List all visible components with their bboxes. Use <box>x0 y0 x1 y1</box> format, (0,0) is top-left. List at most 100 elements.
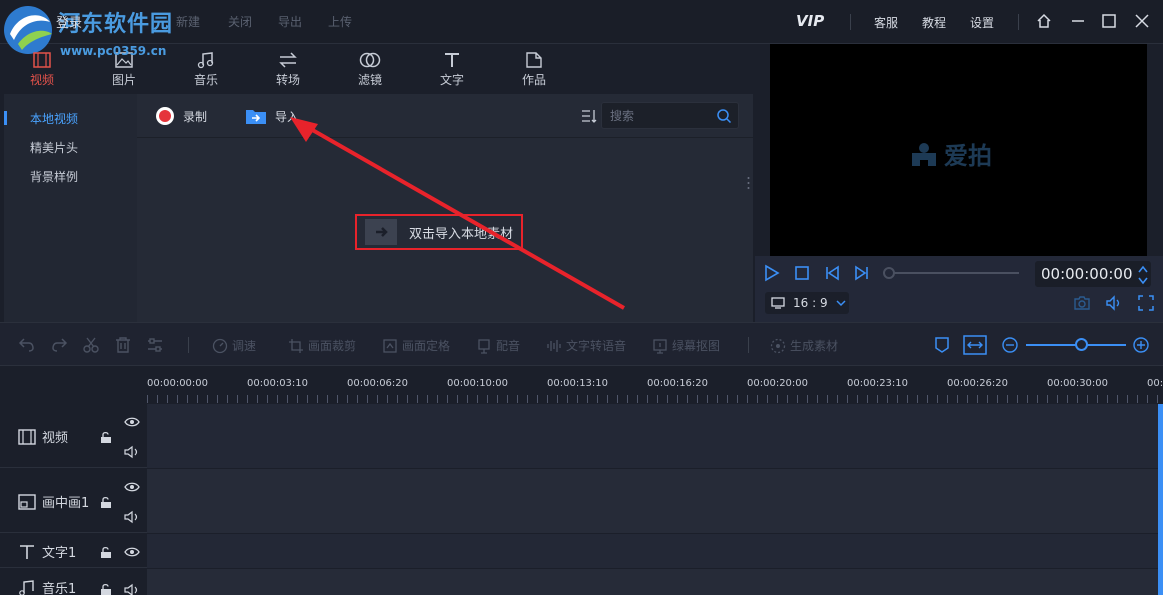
timecode-display[interactable]: 00:00:00:00 <box>1035 261 1151 287</box>
home-icon[interactable] <box>1035 12 1053 30</box>
menu-close[interactable]: 关闭 <box>228 13 252 30</box>
record-button[interactable]: 录制 <box>155 106 207 126</box>
volume-icon[interactable] <box>1105 294 1123 312</box>
marker-icon[interactable] <box>934 336 950 354</box>
tick-label: 00:00:00:00 <box>147 378 209 389</box>
generate-material-button[interactable]: 生成素材 <box>770 337 838 354</box>
sort-icon[interactable] <box>581 108 597 124</box>
speaker-icon[interactable] <box>124 445 140 459</box>
next-frame-icon[interactable] <box>853 264 871 282</box>
redo-icon[interactable] <box>50 336 68 354</box>
panel-resize-grip-icon[interactable] <box>747 176 750 190</box>
zoom-in-icon[interactable] <box>1133 337 1149 353</box>
dub-button[interactable]: 配音 <box>476 337 520 354</box>
import-drop-zone[interactable]: 双击导入本地素材 <box>355 214 523 250</box>
aipai-logo-icon <box>912 142 936 166</box>
stop-icon[interactable] <box>793 264 811 282</box>
eye-icon[interactable] <box>124 481 140 493</box>
import-label: 导入 <box>275 109 300 124</box>
chevron-down-icon <box>836 300 846 307</box>
tab-label: 滤镜 <box>357 73 382 87</box>
timeline-scrollbar[interactable] <box>1158 404 1163 595</box>
tick-label: 00:00:03:10 <box>247 378 309 389</box>
title-separator <box>850 14 851 30</box>
track-lane-pip[interactable] <box>147 469 1163 533</box>
settings-button[interactable]: 设置 <box>970 14 994 31</box>
tab-transition[interactable]: 转场 <box>258 51 318 91</box>
track-lane-text[interactable] <box>147 534 1163 568</box>
edit-toolbar: 调速 画面裁剪 画面定格 配音 文字转语音 绿幕抠图 生成素材 <box>0 322 1163 366</box>
speed-button[interactable]: 调速 <box>212 337 256 354</box>
close-icon[interactable] <box>1133 12 1151 30</box>
tutorial-button[interactable]: 教程 <box>922 14 946 31</box>
tab-works[interactable]: 作品 <box>504 51 564 91</box>
speaker-icon[interactable] <box>124 583 140 595</box>
import-button[interactable]: 导入 <box>245 106 299 126</box>
watermark-url: www.pc0359.cn <box>60 44 167 58</box>
timecode-stepper-icon[interactable] <box>1137 264 1149 286</box>
zoom-out-icon[interactable] <box>1002 337 1018 353</box>
tab-text[interactable]: 文字 <box>422 51 482 91</box>
filter-icon <box>359 52 381 68</box>
track-title: 视频 <box>18 427 68 446</box>
speaker-icon[interactable] <box>124 510 140 524</box>
search-icon[interactable] <box>716 108 732 124</box>
dub-label: 配音 <box>496 339 521 353</box>
record-label: 录制 <box>183 109 208 124</box>
delete-icon[interactable] <box>114 336 132 354</box>
undo-icon[interactable] <box>18 336 36 354</box>
video-preview: 爱拍 <box>770 44 1147 256</box>
zoom-slider-handle[interactable] <box>1075 338 1088 351</box>
track-lane-music[interactable] <box>147 569 1163 595</box>
play-icon[interactable] <box>763 264 781 282</box>
ruler-ticks <box>147 395 1163 403</box>
player-controls: 00:00:00:00 16 : 9 <box>755 256 1163 322</box>
cut-icon[interactable] <box>82 336 100 354</box>
fit-timeline-icon[interactable] <box>963 335 987 355</box>
menu-export[interactable]: 导出 <box>278 13 302 30</box>
track-lane-video[interactable] <box>147 404 1163 468</box>
tab-label: 图片 <box>111 73 136 87</box>
video-icon <box>33 52 51 68</box>
service-button[interactable]: 客服 <box>874 14 898 31</box>
unlock-icon[interactable] <box>100 546 112 559</box>
unlock-icon[interactable] <box>100 583 112 595</box>
snapshot-icon[interactable] <box>1073 294 1091 312</box>
login-link[interactable]: 登录 <box>56 12 82 31</box>
aspect-ratio-select[interactable]: 16 : 9 <box>765 292 849 314</box>
timeline-ruler[interactable]: 00:00:00:00 00:00:03:10 00:00:06:20 00:0… <box>147 367 1163 405</box>
adjust-icon[interactable] <box>146 336 164 354</box>
tab-label: 文字 <box>439 73 464 87</box>
eye-icon[interactable] <box>124 416 140 428</box>
menu-new[interactable]: 新建 <box>176 13 200 30</box>
eye-icon[interactable] <box>124 546 140 558</box>
vip-button[interactable]: VIP <box>796 12 824 30</box>
unlock-icon[interactable] <box>100 431 112 444</box>
minimize-icon[interactable] <box>1069 12 1087 30</box>
progress-handle[interactable] <box>883 267 895 279</box>
track-headers: 视频 画中画1 文字1 音乐1 <box>0 404 147 595</box>
search-input[interactable] <box>610 107 710 125</box>
menu-upload[interactable]: 上传 <box>328 13 352 30</box>
generate-label: 生成素材 <box>790 339 839 353</box>
title-bar: 河东软件园 登录 新建 关闭 导出 上传 VIP 客服 教程 设置 <box>0 0 1163 54</box>
fullscreen-icon[interactable] <box>1137 294 1155 312</box>
tts-button[interactable]: 文字转语音 <box>546 337 626 354</box>
prev-frame-icon[interactable] <box>823 264 841 282</box>
tab-music[interactable]: 音乐 <box>176 51 236 91</box>
playback-progress[interactable] <box>885 272 1019 274</box>
freeze-frame-button[interactable]: 画面定格 <box>382 337 450 354</box>
sidebar-item-intros[interactable]: 精美片头 <box>30 139 78 156</box>
maximize-icon[interactable] <box>1100 12 1118 30</box>
waveform-icon <box>547 339 561 352</box>
unlock-icon[interactable] <box>100 496 112 509</box>
sidebar-item-local-video[interactable]: 本地视频 <box>30 110 78 127</box>
crop-button[interactable]: 画面裁剪 <box>288 337 356 354</box>
preview-brand: 爱拍 <box>910 136 992 171</box>
microphone-icon <box>478 338 490 354</box>
track-header-text: 文字1 <box>0 534 147 568</box>
tab-filter[interactable]: 滤镜 <box>340 51 400 91</box>
drop-hint: 双击导入本地素材 <box>409 226 514 242</box>
sidebar-item-backgrounds[interactable]: 背景样例 <box>30 168 78 185</box>
green-screen-button[interactable]: 绿幕抠图 <box>652 337 720 354</box>
